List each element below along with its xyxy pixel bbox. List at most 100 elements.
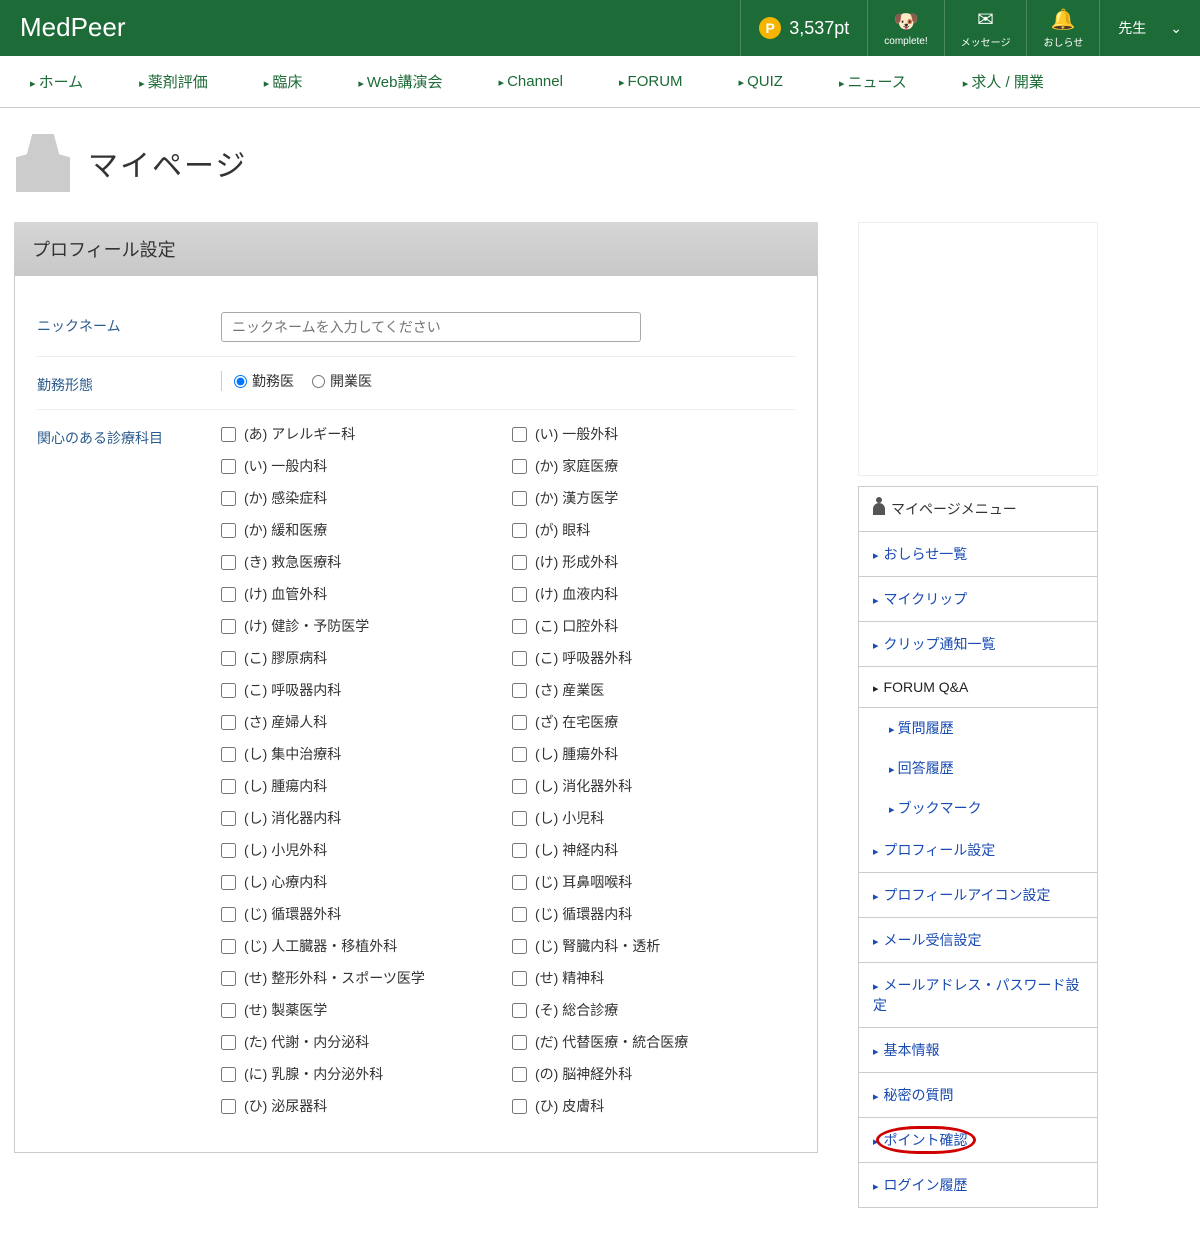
specialty-checkbox[interactable]: (に) 乳腺・内分泌外科 [221, 1064, 504, 1084]
complete-button[interactable]: 🐶 complete! [867, 0, 943, 56]
radio-private[interactable]: 開業医 [312, 371, 372, 391]
sidebar-item[interactable]: FORUM Q&A [859, 667, 1097, 708]
specialty-checkbox[interactable]: (あ) アレルギー科 [221, 424, 504, 444]
specialty-checkbox[interactable]: (じ) 人工臓器・移植外科 [221, 936, 504, 956]
specialty-checkbox[interactable]: (き) 救急医療科 [221, 552, 504, 572]
sidebar-item[interactable]: プロフィール設定 [859, 828, 1097, 873]
specialty-checkbox[interactable]: (じ) 循環器内科 [512, 904, 795, 924]
points-display[interactable]: P 3,537pt [740, 0, 867, 56]
specialty-checkbox-input[interactable] [221, 1003, 236, 1018]
nav-item-0[interactable]: ホーム [30, 71, 83, 92]
logo[interactable]: MedPeer [0, 0, 740, 56]
specialty-checkbox-input[interactable] [512, 587, 527, 602]
sidebar-item[interactable]: ログイン履歴 [859, 1163, 1097, 1207]
sidebar-item[interactable]: マイクリップ [859, 577, 1097, 622]
specialty-checkbox[interactable]: (し) 神経内科 [512, 840, 795, 860]
specialty-checkbox-input[interactable] [221, 1067, 236, 1082]
specialty-checkbox-input[interactable] [512, 779, 527, 794]
specialty-checkbox[interactable]: (し) 腫瘍内科 [221, 776, 504, 796]
sidebar-item[interactable]: 秘密の質問 [859, 1073, 1097, 1118]
specialty-checkbox-input[interactable] [512, 555, 527, 570]
specialty-checkbox[interactable]: (し) 小児科 [512, 808, 795, 828]
specialty-checkbox-input[interactable] [512, 619, 527, 634]
specialty-checkbox[interactable]: (か) 感染症科 [221, 488, 504, 508]
sidebar-subitem[interactable]: ブックマーク [859, 788, 1097, 828]
specialty-checkbox-input[interactable] [512, 747, 527, 762]
specialty-checkbox[interactable]: (さ) 産業医 [512, 680, 795, 700]
sidebar-item[interactable]: プロフィールアイコン設定 [859, 873, 1097, 918]
specialty-checkbox-input[interactable] [512, 1035, 527, 1050]
specialty-checkbox[interactable]: (じ) 腎臓内科・透析 [512, 936, 795, 956]
specialty-checkbox-input[interactable] [221, 971, 236, 986]
specialty-checkbox[interactable]: (し) 消化器外科 [512, 776, 795, 796]
specialty-checkbox-input[interactable] [512, 715, 527, 730]
specialty-checkbox-input[interactable] [221, 907, 236, 922]
specialty-checkbox-input[interactable] [512, 459, 527, 474]
specialty-checkbox[interactable]: (の) 脳神経外科 [512, 1064, 795, 1084]
specialty-checkbox[interactable]: (じ) 耳鼻咽喉科 [512, 872, 795, 892]
specialty-checkbox[interactable]: (だ) 代替医療・統合医療 [512, 1032, 795, 1052]
specialty-checkbox[interactable]: (か) 家庭医療 [512, 456, 795, 476]
specialty-checkbox-input[interactable] [512, 1067, 527, 1082]
specialty-checkbox-input[interactable] [221, 427, 236, 442]
specialty-checkbox-input[interactable] [512, 1003, 527, 1018]
nav-item-2[interactable]: 臨床 [264, 71, 303, 92]
specialty-checkbox[interactable]: (し) 心療内科 [221, 872, 504, 892]
specialty-checkbox-input[interactable] [512, 491, 527, 506]
specialty-checkbox[interactable]: (け) 形成外科 [512, 552, 795, 572]
specialty-checkbox-input[interactable] [512, 523, 527, 538]
nav-item-7[interactable]: ニュース [839, 71, 907, 92]
nav-item-4[interactable]: Channel [498, 73, 562, 90]
sidebar-item[interactable]: ポイント確認 [859, 1118, 1097, 1163]
notice-button[interactable]: 🔔 おしらせ [1026, 0, 1099, 56]
specialty-checkbox[interactable]: (じ) 循環器外科 [221, 904, 504, 924]
specialty-checkbox[interactable]: (こ) 膠原病科 [221, 648, 504, 668]
specialty-checkbox[interactable]: (い) 一般外科 [512, 424, 795, 444]
nav-item-5[interactable]: FORUM [619, 73, 683, 90]
specialty-checkbox-input[interactable] [221, 555, 236, 570]
specialty-checkbox-input[interactable] [221, 619, 236, 634]
specialty-checkbox-input[interactable] [512, 427, 527, 442]
specialty-checkbox-input[interactable] [221, 779, 236, 794]
specialty-checkbox-input[interactable] [221, 843, 236, 858]
sidebar-subitem[interactable]: 質問履歴 [859, 708, 1097, 748]
radio-employed[interactable]: 勤務医 [234, 371, 294, 391]
radio-private-input[interactable] [312, 375, 325, 388]
specialty-checkbox[interactable]: (ひ) 皮膚科 [512, 1096, 795, 1116]
specialty-checkbox[interactable]: (こ) 呼吸器内科 [221, 680, 504, 700]
specialty-checkbox-input[interactable] [221, 459, 236, 474]
specialty-checkbox[interactable]: (い) 一般内科 [221, 456, 504, 476]
specialty-checkbox-input[interactable] [221, 491, 236, 506]
sidebar-item[interactable]: メール受信設定 [859, 918, 1097, 963]
specialty-checkbox[interactable]: (が) 眼科 [512, 520, 795, 540]
nav-item-6[interactable]: QUIZ [739, 73, 783, 90]
specialty-checkbox-input[interactable] [221, 747, 236, 762]
nickname-input[interactable] [221, 312, 641, 342]
specialty-checkbox[interactable]: (け) 血管外科 [221, 584, 504, 604]
specialty-checkbox-input[interactable] [512, 651, 527, 666]
nav-item-8[interactable]: 求人 / 開業 [963, 71, 1044, 92]
specialty-checkbox[interactable]: (せ) 製薬医学 [221, 1000, 504, 1020]
specialty-checkbox-input[interactable] [512, 971, 527, 986]
specialty-checkbox-input[interactable] [512, 875, 527, 890]
user-menu[interactable]: 先生 ⌄ [1099, 0, 1200, 56]
specialty-checkbox[interactable]: (し) 消化器内科 [221, 808, 504, 828]
sidebar-item[interactable]: 基本情報 [859, 1028, 1097, 1073]
sidebar-item[interactable]: メールアドレス・パスワード設定 [859, 963, 1097, 1028]
specialty-checkbox-input[interactable] [221, 1035, 236, 1050]
specialty-checkbox[interactable]: (こ) 口腔外科 [512, 616, 795, 636]
specialty-checkbox-input[interactable] [221, 715, 236, 730]
sidebar-item[interactable]: クリップ通知一覧 [859, 622, 1097, 667]
specialty-checkbox[interactable]: (そ) 総合診療 [512, 1000, 795, 1020]
specialty-checkbox-input[interactable] [221, 1099, 236, 1114]
specialty-checkbox-input[interactable] [512, 907, 527, 922]
nav-item-3[interactable]: Web講演会 [358, 71, 442, 92]
specialty-checkbox[interactable]: (し) 集中治療科 [221, 744, 504, 764]
specialty-checkbox-input[interactable] [221, 523, 236, 538]
specialty-checkbox-input[interactable] [512, 811, 527, 826]
specialty-checkbox-input[interactable] [512, 683, 527, 698]
specialty-checkbox-input[interactable] [512, 939, 527, 954]
specialty-checkbox[interactable]: (ひ) 泌尿器科 [221, 1096, 504, 1116]
specialty-checkbox[interactable]: (せ) 精神科 [512, 968, 795, 988]
sidebar-item[interactable]: おしらせ一覧 [859, 532, 1097, 577]
